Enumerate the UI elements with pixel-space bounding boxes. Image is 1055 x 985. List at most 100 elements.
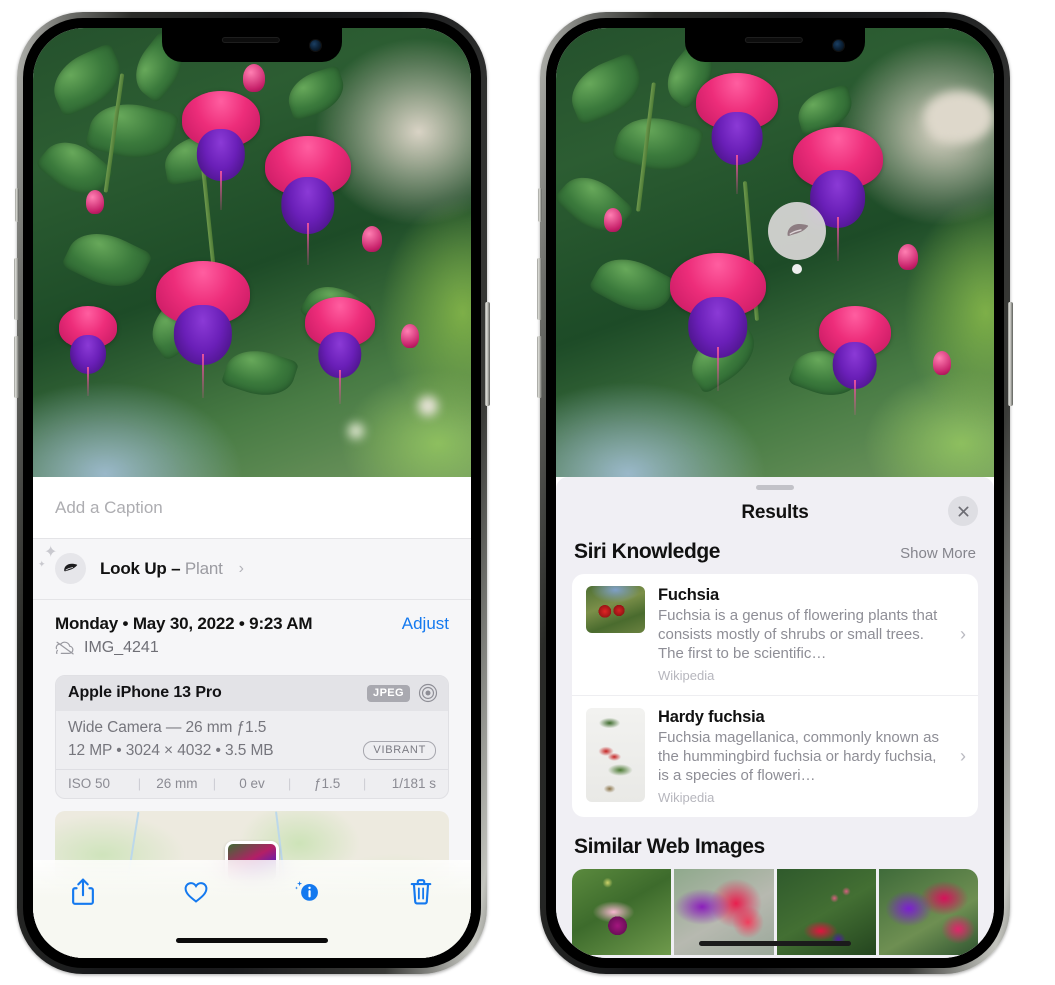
look-up-chip: ✦ ✦ [38, 545, 86, 584]
knowledge-result-row[interactable]: Fuchsia Fuchsia is a genus of flowering … [572, 574, 978, 695]
exif-divider: | [287, 776, 292, 791]
results-header: Results [556, 490, 994, 540]
info-button[interactable] [286, 872, 330, 912]
chevron-right-icon: › [960, 746, 966, 767]
knowledge-title: Fuchsia [658, 586, 719, 604]
similar-web-images-header: Similar Web Images [556, 817, 994, 869]
look-up-row[interactable]: ✦ ✦ Look Up – Plant › [33, 539, 471, 599]
exif-row: ISO 50 | 26 mm | 0 ev | ƒ1.5 | 1/181 s [56, 769, 448, 798]
knowledge-source: Wikipedia [658, 668, 715, 684]
volume-up-button[interactable] [537, 258, 542, 320]
close-button[interactable] [948, 496, 978, 526]
camera-card-wrapper: Apple iPhone 13 Pro JPEG Wide Camera — 2… [33, 665, 471, 799]
info-sparkle-icon [295, 880, 319, 901]
knowledge-description: Fuchsia is a genus of flowering plants t… [658, 607, 938, 663]
trash-icon [410, 879, 432, 905]
camera-model: Apple iPhone 13 Pro [68, 684, 222, 701]
power-button[interactable] [485, 302, 490, 406]
fuchsia-bloom [696, 72, 779, 195]
web-image-thumbnail[interactable] [878, 869, 978, 956]
chevron-right-icon: › [238, 559, 244, 577]
look-up-title: Look Up – [100, 558, 185, 578]
visual-lookup-badge[interactable] [768, 202, 826, 260]
camera-card-header: Apple iPhone 13 Pro JPEG [56, 676, 448, 711]
caption-input[interactable]: Add a Caption [33, 477, 471, 539]
results-title: Results [741, 502, 809, 523]
fuchsia-bloom [155, 261, 250, 398]
similar-web-images-title: Similar Web Images [574, 835, 765, 859]
knowledge-result-row[interactable]: Hardy fuchsia Fuchsia magellanica, commo… [572, 695, 978, 817]
flower-bud [932, 351, 951, 376]
right-phone-device: Results Siri Knowledge Show More Fuchsia… [537, 12, 1013, 974]
flower-bud [243, 63, 266, 92]
exif-focal: 26 mm [156, 776, 198, 791]
photo-info-sheet: Add a Caption ✦ ✦ Look Up – Plant › Mond… [33, 477, 471, 958]
siri-knowledge-title: Siri Knowledge [574, 540, 721, 563]
photo-toolbar [33, 860, 471, 958]
earpiece-speaker [221, 37, 280, 43]
flower-bud [897, 243, 918, 270]
knowledge-source: Wikipedia [658, 790, 715, 806]
sparkle-icon: ✦ [38, 559, 46, 569]
left-phone-bezel: Add a Caption ✦ ✦ Look Up – Plant › Mond… [23, 18, 481, 968]
flower-bud [604, 207, 623, 232]
exif-aperture: ƒ1.5 [313, 776, 341, 791]
fuchsia-bloom [59, 306, 118, 396]
favorite-button[interactable] [174, 872, 218, 912]
visual-lookup-anchor-dot [792, 264, 802, 274]
fuchsia-bloom [304, 297, 375, 405]
cloud-slash-icon [55, 641, 74, 655]
earpiece-speaker [744, 37, 803, 43]
siri-knowledge-header: Siri Knowledge Show More [556, 540, 994, 574]
fuchsia-bloom [818, 306, 891, 416]
delete-button[interactable] [399, 872, 443, 912]
photo-viewer[interactable] [556, 28, 994, 477]
photo-filename: IMG_4241 [84, 639, 159, 656]
volume-down-button[interactable] [537, 336, 542, 398]
knowledge-body: Hardy fuchsia Fuchsia magellanica, commo… [658, 708, 945, 805]
screenshot-stage: Add a Caption ✦ ✦ Look Up – Plant › Mond… [0, 0, 1055, 985]
knowledge-description: Fuchsia magellanica, commonly known as t… [658, 729, 939, 785]
volume-down-button[interactable] [14, 336, 19, 398]
show-more-button[interactable]: Show More [900, 545, 976, 562]
adjust-button[interactable]: Adjust [402, 614, 449, 634]
home-indicator[interactable] [176, 938, 328, 943]
look-up-label: Look Up – Plant [100, 559, 223, 579]
siri-knowledge-card: Fuchsia Fuchsia is a genus of flowering … [572, 574, 978, 818]
web-image-thumbnail[interactable] [572, 869, 672, 956]
leaf-icon [787, 223, 808, 236]
exif-iso: ISO 50 [68, 776, 111, 791]
notch [162, 28, 342, 62]
fuchsia-bloom [669, 252, 766, 392]
home-indicator[interactable] [699, 941, 851, 946]
left-phone-screen: Add a Caption ✦ ✦ Look Up – Plant › Mond… [33, 28, 471, 958]
heart-icon [184, 882, 208, 903]
exif-ev: 0 ev [239, 776, 265, 791]
volume-up-button[interactable] [14, 258, 19, 320]
photo-date: Monday • May 30, 2022 • 9:23 AM [55, 614, 313, 633]
camera-card-body: Wide Camera — 26 mm ƒ1.5 12 MP • 3024 × … [56, 711, 448, 769]
silent-switch[interactable] [15, 188, 19, 222]
right-phone-screen: Results Siri Knowledge Show More Fuchsia… [556, 28, 994, 958]
knowledge-title: Hardy fuchsia [658, 708, 765, 727]
exif-shutter: 1/181 s [391, 776, 436, 791]
sparkle-icon: ✦ [44, 544, 58, 561]
knowledge-thumbnail [586, 586, 645, 633]
power-button[interactable] [1008, 302, 1013, 406]
close-icon [958, 506, 968, 516]
look-up-subject: Plant [184, 558, 223, 578]
knowledge-body: Fuchsia Fuchsia is a genus of flowering … [658, 586, 945, 683]
camera-info-card[interactable]: Apple iPhone 13 Pro JPEG Wide Camera — 2… [55, 675, 449, 799]
silent-switch[interactable] [538, 188, 542, 222]
photo-metadata: Monday • May 30, 2022 • 9:23 AM Adjust I… [33, 599, 471, 665]
results-sheet: Results Siri Knowledge Show More Fuchsia… [556, 477, 994, 958]
share-icon [72, 878, 94, 905]
exif-divider: | [137, 776, 142, 791]
camera-lens-line: Wide Camera — 26 mm ƒ1.5 [68, 719, 267, 736]
photo-viewer[interactable] [33, 28, 471, 477]
leaf-icon [64, 563, 78, 572]
share-button[interactable] [61, 872, 105, 912]
knowledge-thumbnail [586, 708, 645, 803]
aperture-icon [418, 683, 438, 703]
bokeh-dot [923, 90, 994, 143]
